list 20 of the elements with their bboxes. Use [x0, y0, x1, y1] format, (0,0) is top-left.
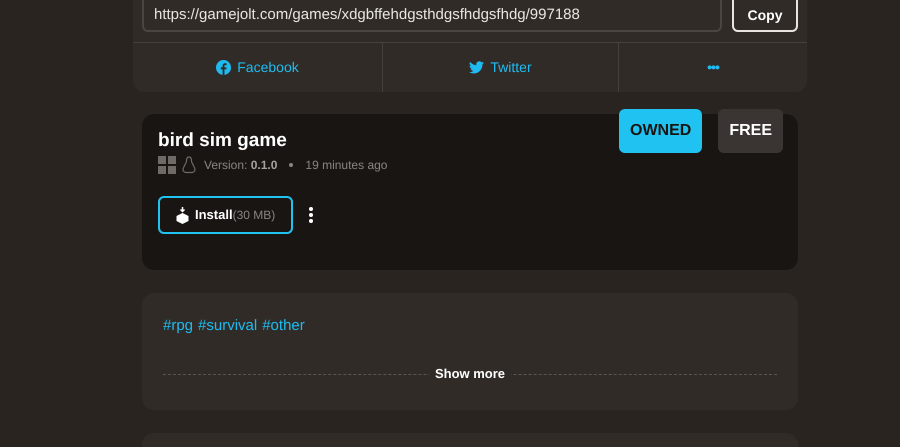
price-badge: FREE [718, 109, 783, 153]
windows-icon [158, 156, 176, 174]
facebook-icon [216, 60, 232, 75]
copy-button[interactable]: Copy [732, 0, 798, 32]
bird-icon [469, 61, 484, 74]
url-field[interactable]: https://gamejolt.com/games/xdgbffehdgsthdgsfhdgsfhdg/997188 [142, 0, 722, 32]
more-options-icon[interactable] [309, 207, 314, 223]
install-button[interactable]: Install(30 MB) [158, 196, 294, 234]
share-link[interactable]: Facebook [133, 43, 383, 92]
owned-badge: OWNED [619, 109, 702, 153]
tag-link[interactable]: #survival [198, 315, 258, 338]
install-box-icon [176, 206, 189, 224]
version-text: Version: 0.1.0 [204, 157, 278, 174]
share-link[interactable]: Twitter [383, 43, 619, 92]
game-title: bird sim game [158, 129, 287, 153]
more-share-link[interactable]: ••• [619, 43, 807, 92]
time-text: 19 minutes ago [305, 157, 388, 174]
tag-link[interactable]: #rpg [163, 315, 194, 338]
penguin-icon [182, 156, 196, 174]
tag-link[interactable]: #other [262, 315, 305, 338]
